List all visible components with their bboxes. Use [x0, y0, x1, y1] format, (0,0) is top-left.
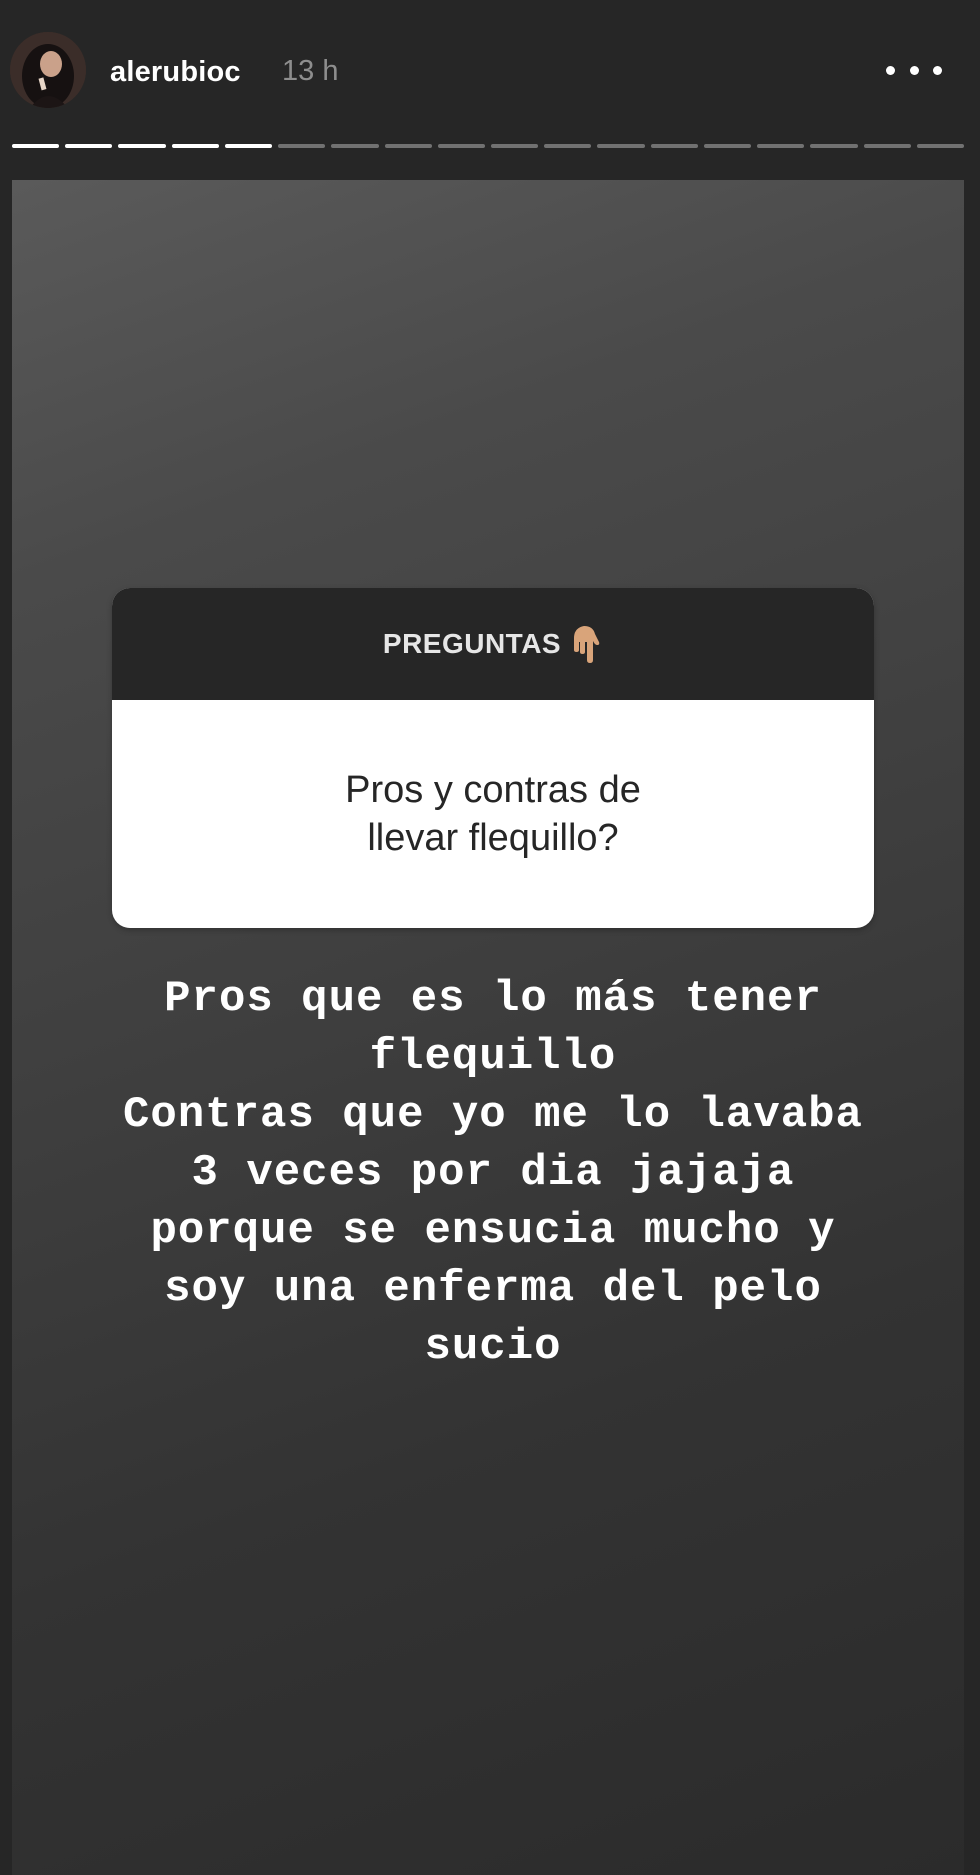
progress-segment [384, 144, 432, 148]
progress-segment [916, 144, 964, 148]
progress-segment [12, 144, 60, 148]
progress-segment [437, 144, 485, 148]
progress-segment-fill [171, 144, 219, 148]
answer-line: flequillo [369, 1032, 617, 1082]
more-dot [933, 65, 942, 75]
progress-segment [863, 144, 911, 148]
story-header: alerubioc 13 h [0, 0, 980, 140]
progress-segment [224, 144, 273, 148]
question-text: Pros y contras de llevar flequillo? [345, 769, 641, 859]
progress-segment-fill [65, 144, 113, 148]
progress-segment-fill [12, 144, 60, 148]
progress-segment [650, 144, 698, 148]
progress-segment [278, 144, 326, 148]
answer-line: porque se ensucia mucho y [150, 1206, 836, 1256]
progress-segment [810, 144, 858, 148]
question-sticker-title: PREGUNTAS [382, 628, 562, 659]
avatar-image [10, 32, 86, 108]
answer-text: Pros que es lo más tener flequillo Contras… [72, 970, 914, 1376]
answer-line: soy una enferma del pelo [164, 1264, 822, 1314]
progress-segment [544, 144, 592, 148]
avatar[interactable] [10, 32, 86, 108]
answer-line: Pros que es lo más tener [164, 974, 822, 1024]
username[interactable]: alerubioc [110, 56, 241, 89]
progress-segment-fill [224, 144, 273, 148]
question-sticker: PREGUNTAS Pros y contras de llevar flequ… [112, 588, 874, 928]
answer-line: Contras que yo me lo lavaba [123, 1090, 863, 1140]
story-viewer: alerubioc 13 h PREGUNTAS Pros y contras … [0, 0, 980, 1875]
progress-segment [331, 144, 379, 148]
more-options-icon[interactable] [886, 52, 942, 88]
story-content[interactable]: PREGUNTAS Pros y contras de llevar flequ… [12, 180, 964, 1875]
more-dot [886, 65, 895, 75]
more-dot [909, 65, 919, 75]
progress-segment [757, 144, 805, 148]
progress-segment [490, 144, 539, 148]
question-sticker-body: Pros y contras de llevar flequillo? [112, 700, 874, 928]
progress-segment-fill [118, 144, 166, 148]
answer-line: 3 veces por dia jajaja [191, 1148, 795, 1198]
progress-segment [65, 144, 113, 148]
progress-segment [171, 144, 219, 148]
post-time: 13 h [282, 55, 339, 87]
story-progress-bar [12, 144, 964, 148]
progress-segment [118, 144, 166, 148]
progress-segment [703, 144, 752, 148]
progress-segment [597, 144, 645, 148]
hand-pointing-down-icon [569, 624, 603, 664]
answer-line: sucio [424, 1322, 562, 1372]
question-sticker-header: PREGUNTAS [112, 588, 874, 700]
